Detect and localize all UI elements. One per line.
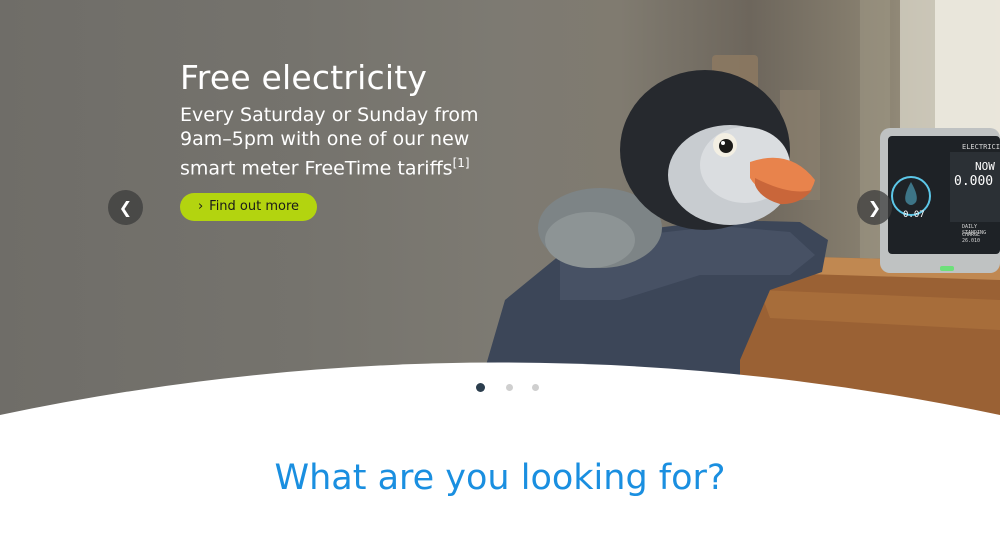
chevron-right-icon: ❯ xyxy=(867,198,882,217)
find-out-more-label: Find out more xyxy=(209,199,300,214)
chevron-left-icon: ❮ xyxy=(118,198,133,217)
carousel-prev-button[interactable]: ❮ xyxy=(108,190,143,225)
chevron-right-icon: › xyxy=(197,199,204,214)
hero-copy: Free electricity Every Saturday or Sunda… xyxy=(180,58,500,180)
hero-subtitle-line2: 9am–5pm with one of our new xyxy=(180,128,470,150)
meter-left-value: 0.07 xyxy=(903,210,925,220)
find-out-more-button[interactable]: › Find out more xyxy=(180,193,317,221)
meter-electricity-label: ELECTRICITY xyxy=(962,143,1000,151)
hero-subtitle: Every Saturday or Sunday from 9am–5pm wi… xyxy=(180,103,500,180)
hero-bottom-curve xyxy=(0,362,1000,420)
hero-subtitle-line1: Every Saturday or Sunday from xyxy=(180,104,479,126)
hero-banner: ELECTRICITY NOW 0.000 0.07 DAILY STANDIN… xyxy=(0,0,1000,420)
carousel-dot-1[interactable] xyxy=(476,383,485,392)
carousel-dot-3[interactable] xyxy=(532,384,539,391)
footnote-link[interactable]: [1] xyxy=(453,156,470,170)
meter-now-label: NOW xyxy=(975,160,995,173)
carousel-dot-2[interactable] xyxy=(506,384,513,391)
section-heading: What are you looking for? xyxy=(274,458,726,498)
carousel-next-button[interactable]: ❯ xyxy=(857,190,892,225)
hero-title: Free electricity xyxy=(180,58,428,97)
meter-standing-charge-line2: CHARGE 26.010 xyxy=(962,232,981,244)
meter-value: 0.000 xyxy=(954,174,994,189)
hero-subtitle-line3: smart meter FreeTime tariffs xyxy=(180,157,453,180)
